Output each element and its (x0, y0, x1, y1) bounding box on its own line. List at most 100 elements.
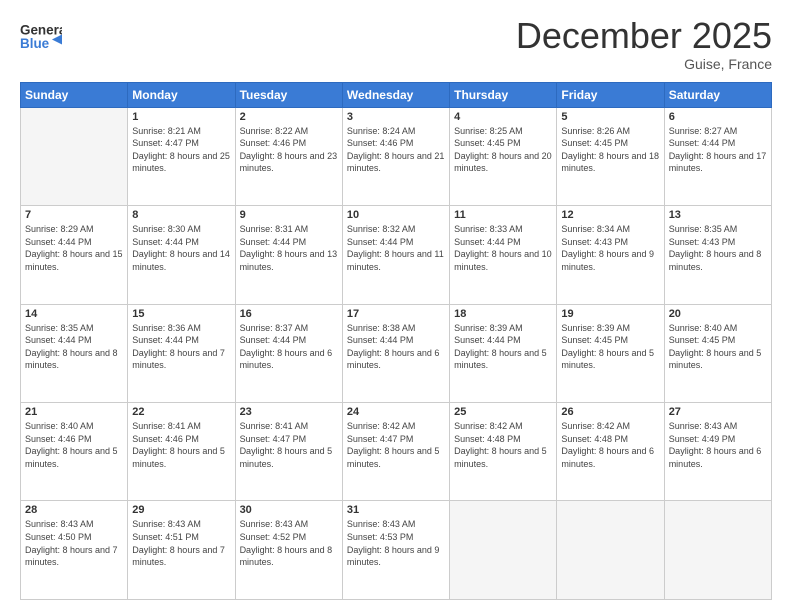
day-number: 29 (132, 504, 230, 516)
calendar-cell: 13 Sunrise: 8:35 AMSunset: 4:43 PMDayligh… (664, 206, 771, 304)
day-number: 8 (132, 209, 230, 221)
calendar-cell: 7Sunrise: 8:29 AMSunset: 4:44 PMDaylight… (21, 206, 128, 304)
day-number: 25 (454, 406, 552, 418)
day-info: Sunrise: 8:43 AMSunset: 4:53 PMDaylight:… (347, 518, 445, 568)
calendar-cell: 26 Sunrise: 8:42 AMSunset: 4:48 PMDayligh… (557, 403, 664, 501)
calendar-cell: 29 Sunrise: 8:43 AMSunset: 4:51 PMDayligh… (128, 501, 235, 600)
calendar-cell: 24 Sunrise: 8:42 AMSunset: 4:47 PMDayligh… (342, 403, 449, 501)
calendar-cell: 22 Sunrise: 8:41 AMSunset: 4:46 PMDayligh… (128, 403, 235, 501)
day-number: 16 (240, 308, 338, 320)
day-number: 2 (240, 111, 338, 123)
calendar-cell: 12 Sunrise: 8:34 AMSunset: 4:43 PMDayligh… (557, 206, 664, 304)
day-info: Sunrise: 8:40 AMSunset: 4:46 PMDaylight:… (25, 420, 123, 470)
calendar-cell: 11 Sunrise: 8:33 AMSunset: 4:44 PMDayligh… (450, 206, 557, 304)
logo: General Blue (20, 16, 62, 58)
location: Guise, France (516, 56, 772, 72)
day-info: Sunrise: 8:40 AMSunset: 4:45 PMDaylight:… (669, 322, 767, 372)
calendar-week-row: 21 Sunrise: 8:40 AMSunset: 4:46 PMDayligh… (21, 403, 772, 501)
day-number: 7 (25, 209, 123, 221)
month-title: December 2025 (516, 16, 772, 56)
day-number: 11 (454, 209, 552, 221)
day-number: 10 (347, 209, 445, 221)
calendar-cell: 16 Sunrise: 8:37 AMSunset: 4:44 PMDayligh… (235, 304, 342, 402)
day-info: Sunrise: 8:32 AMSunset: 4:44 PMDaylight:… (347, 223, 445, 273)
day-info: Sunrise: 8:36 AMSunset: 4:44 PMDaylight:… (132, 322, 230, 372)
logo-icon: General Blue (20, 16, 62, 58)
calendar-cell: 21 Sunrise: 8:40 AMSunset: 4:46 PMDayligh… (21, 403, 128, 501)
calendar-week-row: 1 Sunrise: 8:21 AMSunset: 4:47 PMDaylight… (21, 107, 772, 205)
calendar-table: SundayMondayTuesdayWednesdayThursdayFrid… (20, 82, 772, 600)
day-number: 15 (132, 308, 230, 320)
calendar-cell: 15 Sunrise: 8:36 AMSunset: 4:44 PMDayligh… (128, 304, 235, 402)
day-number: 24 (347, 406, 445, 418)
weekday-header-cell: Friday (557, 82, 664, 107)
day-number: 26 (561, 406, 659, 418)
day-info: Sunrise: 8:30 AMSunset: 4:44 PMDaylight:… (132, 223, 230, 273)
day-info: Sunrise: 8:38 AMSunset: 4:44 PMDaylight:… (347, 322, 445, 372)
day-info: Sunrise: 8:41 AMSunset: 4:46 PMDaylight:… (132, 420, 230, 470)
day-number: 18 (454, 308, 552, 320)
day-info: Sunrise: 8:22 AMSunset: 4:46 PMDaylight:… (240, 125, 338, 175)
day-info: Sunrise: 8:31 AMSunset: 4:44 PMDaylight:… (240, 223, 338, 273)
day-info: Sunrise: 8:34 AMSunset: 4:43 PMDaylight:… (561, 223, 659, 273)
day-info: Sunrise: 8:43 AMSunset: 4:49 PMDaylight:… (669, 420, 767, 470)
calendar-cell: 9 Sunrise: 8:31 AMSunset: 4:44 PMDaylight… (235, 206, 342, 304)
day-number: 13 (669, 209, 767, 221)
day-number: 3 (347, 111, 445, 123)
calendar-cell (450, 501, 557, 600)
weekday-header-row: SundayMondayTuesdayWednesdayThursdayFrid… (21, 82, 772, 107)
calendar-cell: 17Sunrise: 8:38 AMSunset: 4:44 PMDayligh… (342, 304, 449, 402)
calendar-cell (557, 501, 664, 600)
calendar-cell (21, 107, 128, 205)
day-info: Sunrise: 8:35 AMSunset: 4:44 PMDaylight:… (25, 322, 123, 372)
day-info: Sunrise: 8:37 AMSunset: 4:44 PMDaylight:… (240, 322, 338, 372)
calendar-cell: 5Sunrise: 8:26 AMSunset: 4:45 PMDaylight… (557, 107, 664, 205)
calendar-cell: 4Sunrise: 8:25 AMSunset: 4:45 PMDaylight… (450, 107, 557, 205)
day-info: Sunrise: 8:42 AMSunset: 4:48 PMDaylight:… (561, 420, 659, 470)
day-number: 27 (669, 406, 767, 418)
day-number: 4 (454, 111, 552, 123)
weekday-header-cell: Wednesday (342, 82, 449, 107)
day-info: Sunrise: 8:43 AMSunset: 4:51 PMDaylight:… (132, 518, 230, 568)
page: General Blue December 2025 Guise, France… (0, 0, 792, 612)
day-info: Sunrise: 8:42 AMSunset: 4:48 PMDaylight:… (454, 420, 552, 470)
day-number: 30 (240, 504, 338, 516)
weekday-header-cell: Thursday (450, 82, 557, 107)
calendar-cell: 2 Sunrise: 8:22 AMSunset: 4:46 PMDaylight… (235, 107, 342, 205)
weekday-header-cell: Sunday (21, 82, 128, 107)
day-info: Sunrise: 8:43 AMSunset: 4:50 PMDaylight:… (25, 518, 123, 568)
calendar-body: 1 Sunrise: 8:21 AMSunset: 4:47 PMDaylight… (21, 107, 772, 599)
title-block: December 2025 Guise, France (516, 16, 772, 72)
day-info: Sunrise: 8:21 AMSunset: 4:47 PMDaylight:… (132, 125, 230, 175)
day-number: 22 (132, 406, 230, 418)
day-number: 1 (132, 111, 230, 123)
calendar-cell: 30 Sunrise: 8:43 AMSunset: 4:52 PMDayligh… (235, 501, 342, 600)
header: General Blue December 2025 Guise, France (20, 16, 772, 72)
day-number: 28 (25, 504, 123, 516)
day-info: Sunrise: 8:33 AMSunset: 4:44 PMDaylight:… (454, 223, 552, 273)
day-info: Sunrise: 8:39 AMSunset: 4:45 PMDaylight:… (561, 322, 659, 372)
svg-text:Blue: Blue (20, 36, 50, 51)
day-number: 20 (669, 308, 767, 320)
day-info: Sunrise: 8:43 AMSunset: 4:52 PMDaylight:… (240, 518, 338, 568)
calendar-cell: 19 Sunrise: 8:39 AMSunset: 4:45 PMDayligh… (557, 304, 664, 402)
day-info: Sunrise: 8:35 AMSunset: 4:43 PMDaylight:… (669, 223, 767, 273)
calendar-cell: 3 Sunrise: 8:24 AMSunset: 4:46 PMDaylight… (342, 107, 449, 205)
calendar-cell: 18 Sunrise: 8:39 AMSunset: 4:44 PMDayligh… (450, 304, 557, 402)
calendar-cell: 27 Sunrise: 8:43 AMSunset: 4:49 PMDayligh… (664, 403, 771, 501)
day-number: 9 (240, 209, 338, 221)
calendar-cell (664, 501, 771, 600)
day-number: 21 (25, 406, 123, 418)
day-number: 31 (347, 504, 445, 516)
day-info: Sunrise: 8:39 AMSunset: 4:44 PMDaylight:… (454, 322, 552, 372)
calendar-week-row: 14Sunrise: 8:35 AMSunset: 4:44 PMDayligh… (21, 304, 772, 402)
calendar-cell: 20 Sunrise: 8:40 AMSunset: 4:45 PMDayligh… (664, 304, 771, 402)
calendar-cell: 25 Sunrise: 8:42 AMSunset: 4:48 PMDayligh… (450, 403, 557, 501)
day-info: Sunrise: 8:26 AMSunset: 4:45 PMDaylight:… (561, 125, 659, 175)
day-info: Sunrise: 8:24 AMSunset: 4:46 PMDaylight:… (347, 125, 445, 175)
day-number: 19 (561, 308, 659, 320)
day-info: Sunrise: 8:27 AMSunset: 4:44 PMDaylight:… (669, 125, 767, 175)
day-number: 6 (669, 111, 767, 123)
day-number: 12 (561, 209, 659, 221)
day-info: Sunrise: 8:42 AMSunset: 4:47 PMDaylight:… (347, 420, 445, 470)
